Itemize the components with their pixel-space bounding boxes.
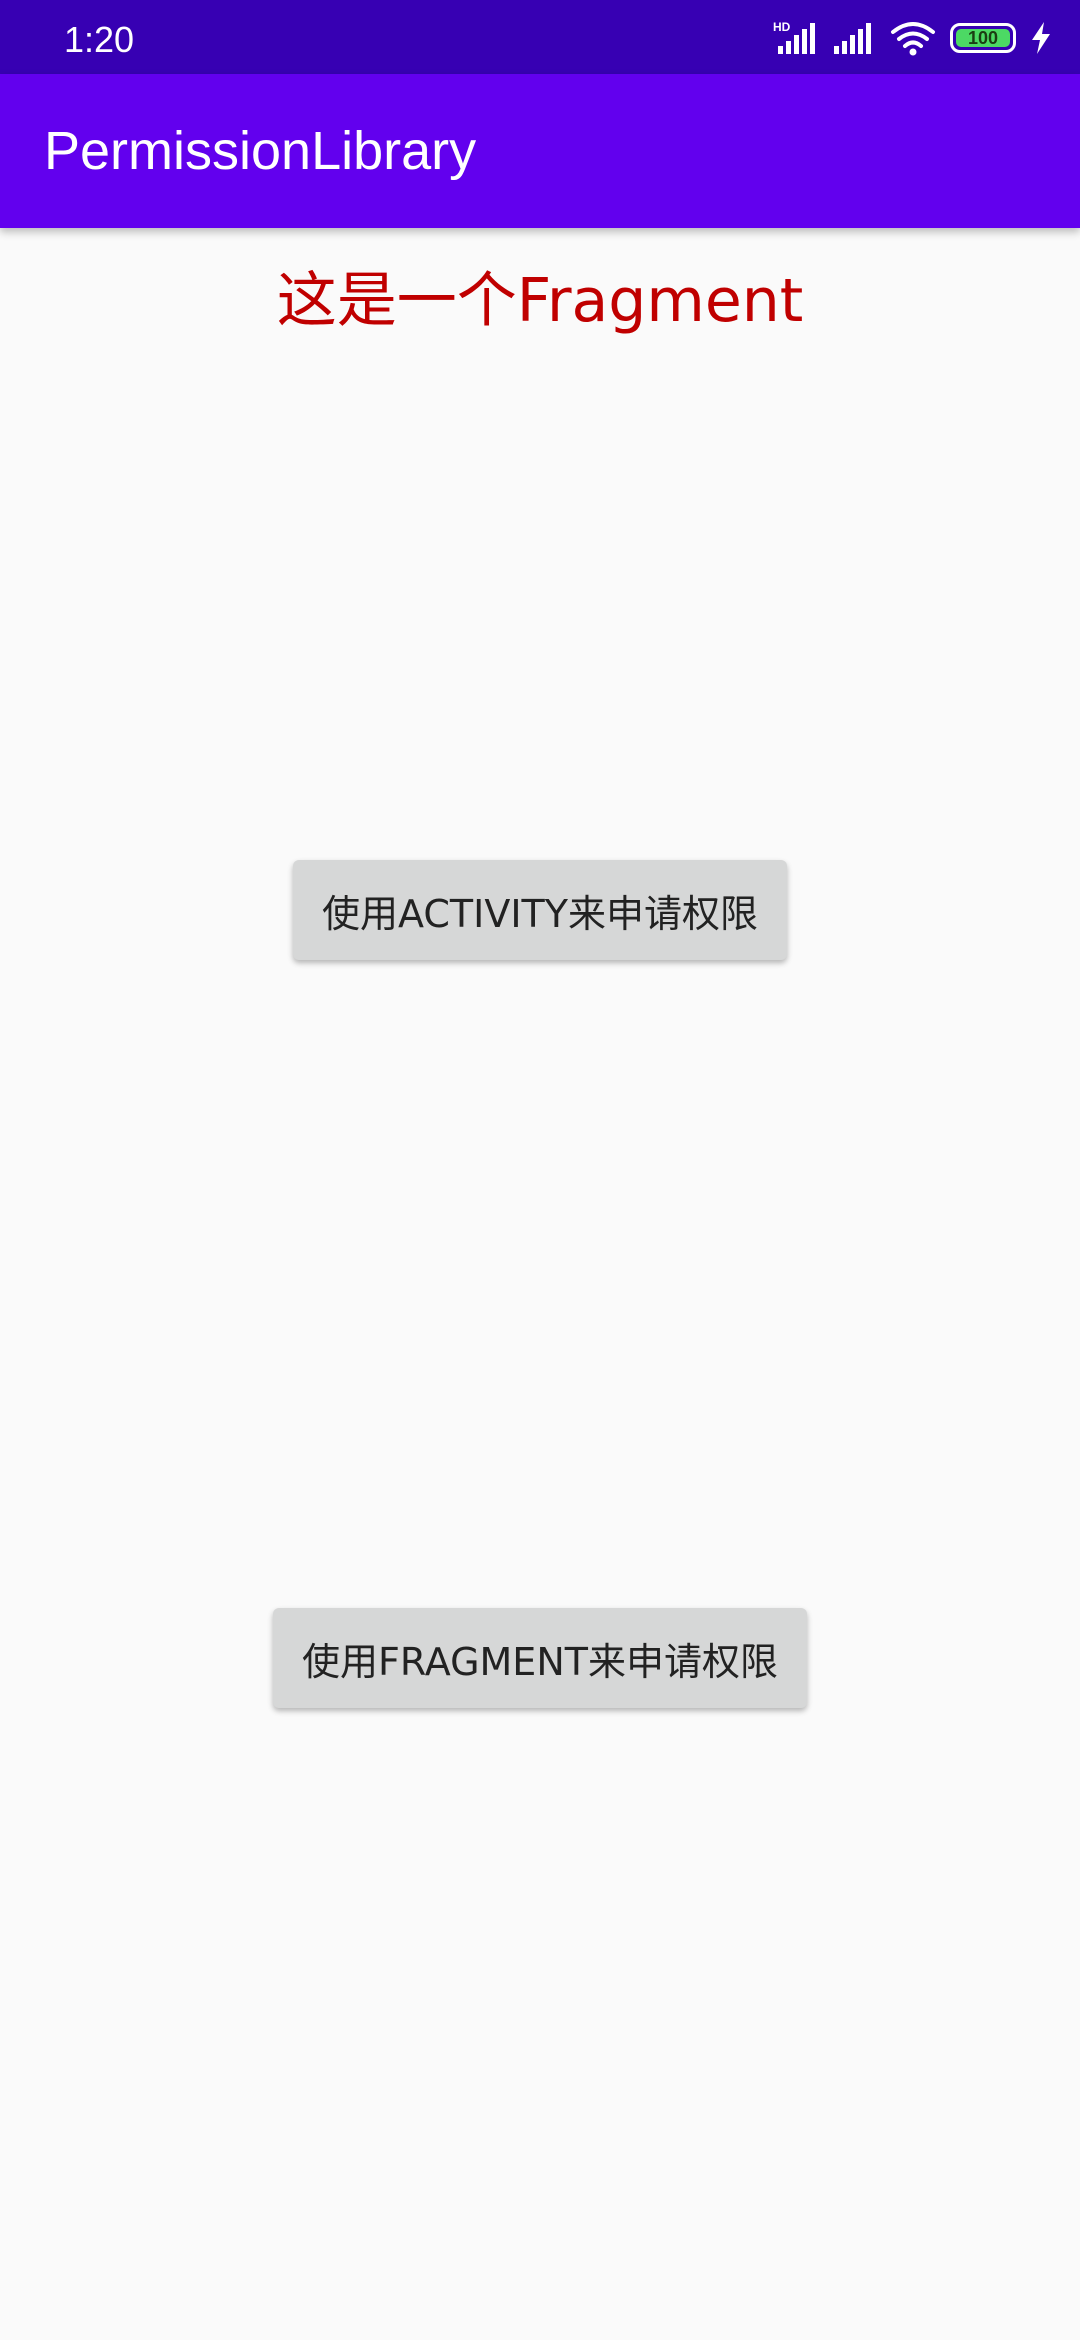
request-permission-fragment-button[interactable]: 使用FRAGMENT来申请权限 (273, 1608, 807, 1708)
hd-signal-icon: HD (773, 20, 815, 54)
status-time: 1:20 (64, 19, 135, 60)
fragment-label: 这是一个Fragment (276, 266, 804, 336)
hd-badge: HD (773, 20, 791, 34)
app-bar: PermissionLibrary (0, 74, 1080, 228)
battery-icon: 100 (950, 23, 1016, 53)
request-permission-activity-button[interactable]: 使用ACTIVITY来申请权限 (293, 860, 787, 960)
wifi-icon (891, 22, 935, 56)
status-icons: HD 100 (772, 18, 1052, 58)
battery-level: 100 (956, 29, 1010, 47)
charging-icon (1032, 22, 1050, 54)
app-title: PermissionLibrary (44, 121, 477, 181)
signal-icon (834, 23, 871, 54)
status-bar: 1:20 HD 100 (0, 0, 1080, 74)
